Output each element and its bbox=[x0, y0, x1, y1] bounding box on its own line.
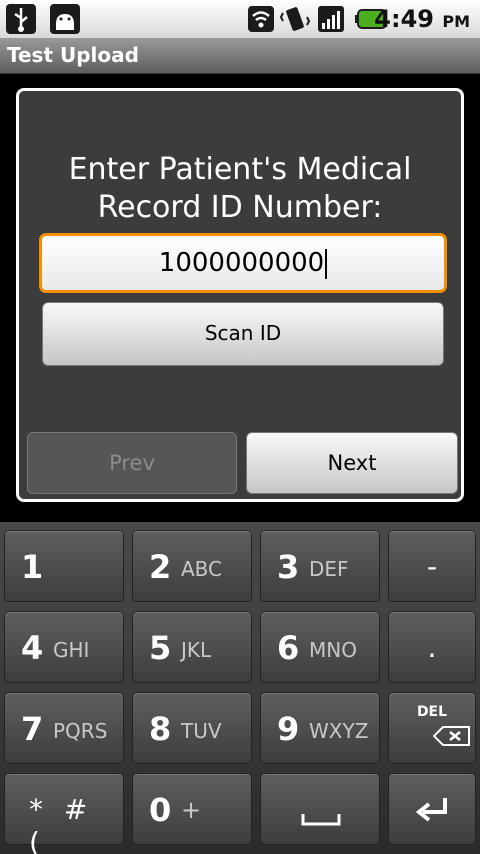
enter-icon bbox=[415, 798, 447, 822]
key-symbol-text: * # ( bbox=[29, 793, 94, 854]
android-debug-icon bbox=[50, 4, 80, 34]
key-letters: PQRS bbox=[53, 719, 108, 743]
key-digit: 2 bbox=[149, 548, 172, 586]
title-bar: Test Upload bbox=[0, 38, 480, 74]
key-letters: MNO bbox=[309, 638, 357, 662]
status-clock: 4:49 PM bbox=[374, 5, 470, 33]
key-6[interactable]: 6 MNO bbox=[260, 611, 380, 683]
key-letters: DEF bbox=[309, 557, 349, 581]
clock-ampm: PM bbox=[442, 12, 470, 31]
key-letters: GHI bbox=[53, 638, 90, 662]
key-symbol: . bbox=[427, 630, 437, 664]
medical-record-id-input[interactable]: 1000000000 bbox=[39, 233, 447, 293]
key-9[interactable]: 9 WXYZ bbox=[260, 692, 380, 764]
space-icon bbox=[301, 814, 341, 826]
prompt-line-2: Record ID Number: bbox=[97, 190, 383, 225]
key-0[interactable]: 0 + bbox=[132, 773, 252, 845]
key-letters: JKL bbox=[181, 638, 212, 662]
key-7[interactable]: 7 PQRS bbox=[4, 692, 124, 764]
key-letters: WXYZ bbox=[309, 719, 369, 743]
next-button[interactable]: Next bbox=[246, 432, 458, 494]
key-4[interactable]: 4 GHI bbox=[4, 611, 124, 683]
numeric-keyboard: 1 2 ABC 3 DEF - 4 GHI 5 JKL 6 MNO . 7 PQ… bbox=[0, 522, 480, 854]
key-delete[interactable]: DEL bbox=[388, 692, 476, 764]
usb-icon bbox=[6, 4, 36, 34]
delete-label: DEL bbox=[416, 704, 448, 720]
id-prompt: Enter Patient's Medical Record ID Number… bbox=[19, 151, 461, 227]
key-digit: 6 bbox=[277, 629, 300, 667]
vibrate-icon bbox=[278, 4, 311, 34]
key-symbol: - bbox=[426, 549, 438, 583]
key-digit: 4 bbox=[21, 629, 44, 667]
key-8[interactable]: 8 TUV bbox=[132, 692, 252, 764]
key-digit: 3 bbox=[277, 548, 300, 586]
key-digit: 7 bbox=[21, 710, 44, 748]
text-caret bbox=[325, 248, 328, 279]
key-2[interactable]: 2 ABC bbox=[132, 530, 252, 602]
app-title: Test Upload bbox=[7, 43, 139, 67]
key-digit: 9 bbox=[277, 710, 300, 748]
key-enter[interactable] bbox=[388, 773, 476, 845]
status-bar: 4:49 PM bbox=[0, 0, 480, 38]
key-digit: 5 bbox=[149, 629, 172, 667]
clock-time: 4:49 bbox=[374, 5, 434, 33]
signal-icon bbox=[316, 4, 346, 34]
prompt-line-1: Enter Patient's Medical bbox=[68, 152, 412, 187]
scan-id-button[interactable]: Scan ID bbox=[42, 302, 444, 366]
key-5[interactable]: 5 JKL bbox=[132, 611, 252, 683]
key-letters: TUV bbox=[181, 719, 222, 743]
key-space[interactable] bbox=[260, 773, 380, 845]
medical-record-id-value: 1000000000 bbox=[158, 248, 325, 278]
key-letters: + bbox=[181, 796, 202, 824]
key-1[interactable]: 1 bbox=[4, 530, 124, 602]
key-dash[interactable]: - bbox=[388, 530, 476, 602]
key-3[interactable]: 3 DEF bbox=[260, 530, 380, 602]
key-symbols[interactable]: * # ( bbox=[4, 773, 124, 854]
key-period[interactable]: . bbox=[388, 611, 476, 683]
key-digit: 8 bbox=[149, 710, 172, 748]
prev-button[interactable]: Prev bbox=[27, 432, 237, 494]
key-digit: 1 bbox=[21, 548, 44, 586]
key-letters: ABC bbox=[181, 557, 223, 581]
key-digit: 0 bbox=[149, 791, 172, 829]
wifi-icon bbox=[246, 4, 276, 34]
backspace-icon bbox=[433, 726, 470, 746]
id-entry-panel: Enter Patient's Medical Record ID Number… bbox=[16, 88, 464, 502]
